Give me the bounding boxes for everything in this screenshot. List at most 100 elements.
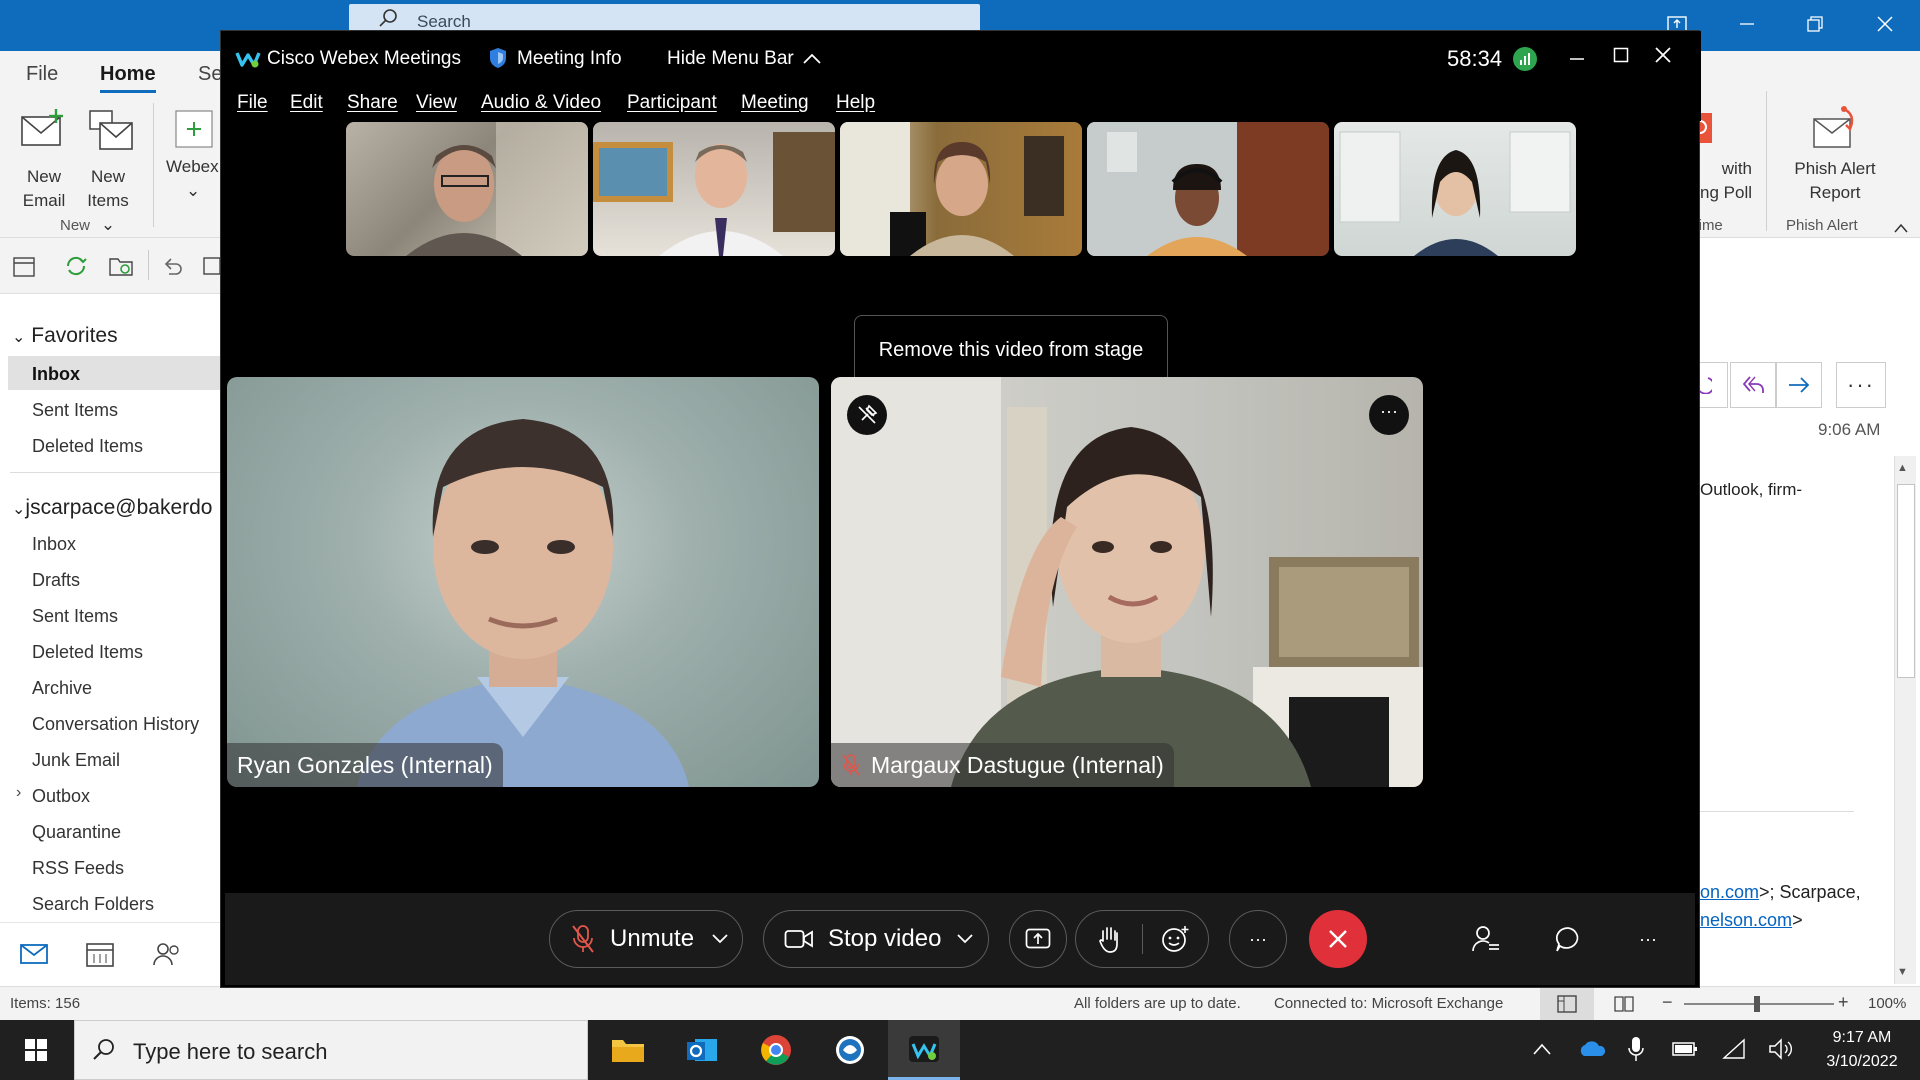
menu-help[interactable]: Help: [836, 92, 875, 114]
volume-icon[interactable]: [1768, 1038, 1794, 1060]
favorite-sent-items[interactable]: Sent Items: [32, 400, 118, 421]
more-panels-icon[interactable]: ···: [1619, 910, 1677, 968]
account-header[interactable]: ⌄jscarpace@bakerdo: [12, 496, 213, 520]
taskbar-search-box[interactable]: Type here to search: [74, 1020, 588, 1080]
menu-participant[interactable]: Participant: [627, 92, 717, 114]
wifi-icon[interactable]: [1722, 1038, 1748, 1060]
start-button[interactable]: [0, 1020, 72, 1080]
reactions-button[interactable]: [1143, 910, 1209, 968]
folder-search-folders[interactable]: Search Folders: [32, 894, 154, 915]
folder-outbox[interactable]: Outbox: [32, 786, 90, 807]
more-actions-icon[interactable]: ···: [1836, 362, 1886, 408]
folder-sync-icon[interactable]: [108, 254, 134, 278]
restore-icon[interactable]: [1786, 0, 1844, 48]
close-icon[interactable]: [1655, 47, 1671, 63]
participant-thumbnail[interactable]: [840, 122, 1082, 256]
raise-hand-button[interactable]: [1076, 910, 1142, 968]
network-health-icon[interactable]: [1513, 47, 1537, 71]
phish-alert-report-button[interactable]: Phish Alert Report: [1780, 103, 1890, 223]
scroll-up-icon[interactable]: ▲: [1897, 462, 1908, 474]
favorites-header[interactable]: ⌄ Favorites: [12, 324, 118, 348]
zoom-slider[interactable]: [1684, 996, 1834, 1012]
outlook-search-box[interactable]: Search: [349, 4, 980, 32]
normal-view-button[interactable]: [1540, 987, 1594, 1021]
chevron-down-icon[interactable]: [712, 934, 728, 944]
taskbar-clock[interactable]: 9:17 AM 3/10/2022: [1810, 1026, 1914, 1074]
zoom-out-icon[interactable]: −: [1662, 992, 1673, 1013]
participant-thumbnail[interactable]: [346, 122, 588, 256]
menu-meeting[interactable]: Meeting: [741, 92, 809, 114]
scroll-down-icon[interactable]: ▼: [1897, 966, 1908, 978]
participant-thumbnail[interactable]: [593, 122, 835, 256]
send-receive-icon[interactable]: [64, 254, 88, 278]
undo-icon[interactable]: [160, 254, 184, 278]
folder-sent-items[interactable]: Sent Items: [32, 606, 118, 627]
video-options-icon[interactable]: ···: [1369, 395, 1409, 435]
reply-all-button[interactable]: [1730, 362, 1776, 408]
participant-thumbnail[interactable]: [1334, 122, 1576, 256]
folder-archive[interactable]: Archive: [32, 678, 92, 699]
reading-view-icon[interactable]: [1614, 995, 1634, 1013]
meeting-info-button[interactable]: Meeting Info: [489, 41, 639, 75]
file-explorer-icon[interactable]: [592, 1020, 664, 1080]
email-link[interactable]: nelson.com: [1700, 910, 1792, 930]
show-hidden-icons-icon[interactable]: [1532, 1042, 1552, 1056]
close-icon[interactable]: [1856, 0, 1914, 48]
share-content-button[interactable]: [1009, 910, 1067, 968]
scroll-thumb[interactable]: [1897, 484, 1915, 678]
chevron-right-icon[interactable]: ›: [16, 784, 21, 802]
outlook-taskbar-icon[interactable]: [666, 1020, 738, 1080]
email-link[interactable]: on.com: [1700, 882, 1759, 902]
battery-icon[interactable]: [1672, 1040, 1698, 1058]
menu-share[interactable]: Share: [347, 92, 398, 114]
unmute-button[interactable]: Unmute: [549, 910, 743, 968]
folder-quarantine[interactable]: Quarantine: [32, 822, 121, 843]
folder-junk-email[interactable]: Junk Email: [32, 750, 120, 771]
stop-video-button[interactable]: Stop video: [763, 910, 989, 968]
stage-video-margaux[interactable]: ··· Margaux Dastugue (Internal): [831, 377, 1423, 787]
hide-menu-bar-button[interactable]: Hide Menu Bar: [667, 41, 837, 75]
forward-button[interactable]: [1776, 362, 1822, 408]
folder-deleted-items[interactable]: Deleted Items: [32, 642, 143, 663]
onedrive-icon[interactable]: [1578, 1038, 1606, 1058]
zoom-slider-thumb[interactable]: [1754, 996, 1760, 1012]
stage-video-ryan[interactable]: Ryan Gonzales (Internal): [227, 377, 819, 787]
menu-file[interactable]: File: [237, 92, 268, 114]
microphone-icon[interactable]: [1628, 1036, 1644, 1062]
leave-meeting-button[interactable]: [1309, 910, 1367, 968]
minimize-icon[interactable]: [1718, 0, 1776, 48]
maximize-icon[interactable]: [1613, 47, 1629, 63]
zoom-in-icon[interactable]: +: [1838, 992, 1849, 1013]
new-items-button[interactable]: New Items ⌄: [80, 105, 150, 234]
print-icon[interactable]: [200, 254, 220, 278]
participant-thumbnail[interactable]: [1087, 122, 1329, 256]
unpin-video-button[interactable]: [847, 395, 887, 435]
reading-scrollbar[interactable]: ▲ ▼: [1894, 456, 1916, 984]
more-options-icon[interactable]: ···: [1229, 910, 1287, 968]
tab-home[interactable]: Home: [100, 63, 156, 93]
menu-edit[interactable]: Edit: [290, 92, 323, 114]
folder-rss-feeds[interactable]: RSS Feeds: [32, 858, 124, 879]
folder-conversation-history[interactable]: Conversation History: [32, 714, 199, 735]
menu-audio-video[interactable]: Audio & Video: [481, 92, 601, 114]
new-email-button[interactable]: New Email: [14, 105, 74, 215]
chrome-icon[interactable]: [740, 1020, 812, 1080]
webex-taskbar-icon[interactable]: [888, 1020, 960, 1080]
people-icon[interactable]: [152, 941, 182, 967]
mail-icon[interactable]: [20, 943, 48, 965]
menu-view[interactable]: View: [416, 92, 457, 114]
chevron-down-icon[interactable]: [957, 934, 974, 944]
chat-panel-button[interactable]: [1539, 910, 1597, 968]
chat-app-icon[interactable]: [814, 1020, 886, 1080]
tab-file[interactable]: File: [26, 63, 58, 86]
favorite-deleted-items[interactable]: Deleted Items: [32, 436, 143, 457]
participants-panel-button[interactable]: [1457, 910, 1515, 968]
folder-inbox[interactable]: Inbox: [32, 534, 76, 555]
calendar-sync-icon[interactable]: [12, 254, 36, 278]
calendar-icon[interactable]: [86, 941, 114, 967]
tab-send-receive[interactable]: Se: [198, 63, 222, 86]
collapse-ribbon-icon[interactable]: [1894, 223, 1908, 233]
minimize-icon[interactable]: [1569, 51, 1585, 67]
favorite-inbox[interactable]: Inbox: [32, 364, 80, 385]
zoom-level[interactable]: 100%: [1868, 995, 1906, 1012]
